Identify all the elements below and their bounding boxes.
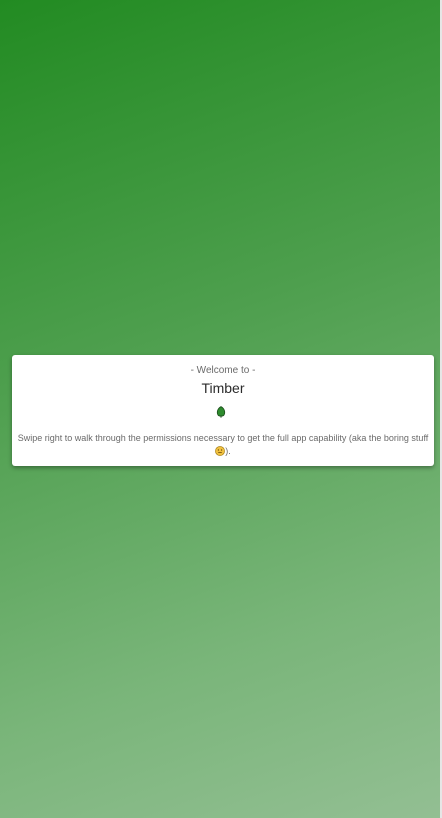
leaf-icon bbox=[216, 406, 226, 418]
description-suffix: ). bbox=[225, 446, 231, 456]
description-text: Swipe right to walk through the permissi… bbox=[17, 433, 429, 443]
neutral-face-emoji-icon bbox=[215, 446, 226, 456]
app-title: Timber bbox=[201, 380, 245, 396]
welcome-pretitle: - Welcome to - bbox=[190, 365, 256, 376]
welcome-card[interactable]: - Welcome to - Timber Swipe right to wal… bbox=[12, 355, 434, 466]
swipe-instructions: Swipe right to walk through the permissi… bbox=[16, 432, 430, 458]
